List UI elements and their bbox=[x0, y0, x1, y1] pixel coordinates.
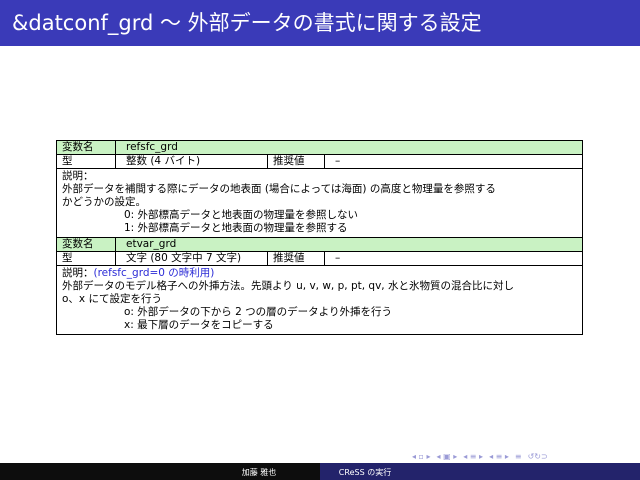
var1-description: 説明： 外部データを補間する際にデータの地表面 (場合によっては海面) の高度と… bbox=[57, 169, 501, 237]
var2-name: etvar_grd bbox=[126, 238, 177, 250]
slide-footer: 加藤 雅也 CReSS の実行 bbox=[0, 463, 640, 480]
var1-desc-label: 説明： bbox=[62, 170, 94, 182]
slide-title: &datconf_grd 〜 外部データの書式に関する設定 bbox=[12, 11, 482, 35]
nav-subsection-icon[interactable]: ◂ ▣ ▸ bbox=[437, 452, 458, 461]
var2-option: x: 最下層のデータをコピーする bbox=[124, 319, 274, 331]
footer-author: 加藤 雅也 bbox=[241, 468, 277, 477]
var2-desc-label-line: 説明：(refsfc_grd=0 の時利用) bbox=[62, 267, 514, 280]
variable-table: 変数名 refsfc_grd 型 整数 (4 バイト) 推奨値 – 説明： 外部… bbox=[56, 140, 583, 335]
var2-type: 文字 (80 文字中 7 文字) bbox=[116, 252, 268, 265]
var1-name-label: 変数名 bbox=[57, 141, 116, 154]
nav-search-icon[interactable]: ↺↻⊃ bbox=[528, 452, 548, 461]
var2-type-row: 型 文字 (80 文字中 7 文字) 推奨値 – bbox=[57, 252, 582, 266]
var2-rec-label: 推奨値 bbox=[268, 252, 325, 265]
var1-rec-label: 推奨値 bbox=[268, 155, 325, 168]
footer-talk-title: CReSS の実行 bbox=[338, 468, 392, 477]
nav-menu-icon[interactable]: ≡ bbox=[515, 452, 522, 461]
var2-description: 説明：(refsfc_grd=0 の時利用) 外部データのモデル格子への外挿方法… bbox=[57, 266, 519, 334]
beamer-nav-controls: ◂ ▫ ▸ ◂ ▣ ▸ ◂ ≡ ▸ ◂ ≡ ▸ ≡ ↺↻⊃ bbox=[412, 450, 637, 462]
nav-section-icon[interactable]: ◂ ≡ ▸ bbox=[463, 452, 483, 461]
var2-desc-note: (refsfc_grd=0 の時利用) bbox=[93, 267, 215, 279]
var2-option: o: 外部データの下から 2 つの層のデータより外挿を行う bbox=[124, 306, 392, 318]
var1-desc-line: 外部データを補間する際にデータの地表面 (場合によっては海面) の高度と物理量を… bbox=[62, 183, 496, 195]
nav-document-icon[interactable]: ◂ ≡ ▸ bbox=[489, 452, 509, 461]
var1-option: 0: 外部標高データと地表面の物理量を参照しない bbox=[124, 209, 359, 221]
var1-desc-row: 説明： 外部データを補間する際にデータの地表面 (場合によっては海面) の高度と… bbox=[57, 169, 582, 238]
var2-name-row: 変数名 etvar_grd bbox=[57, 238, 582, 252]
var2-desc-row: 説明：(refsfc_grd=0 の時利用) 外部データのモデル格子への外挿方法… bbox=[57, 266, 582, 334]
var2-desc-line: 外部データのモデル格子への外挿方法。先頭より u, v, w, p, pt, q… bbox=[62, 280, 514, 292]
var1-desc-line: かどうかの設定。 bbox=[62, 196, 146, 208]
var1-name: refsfc_grd bbox=[126, 141, 178, 153]
var2-type-label: 型 bbox=[57, 252, 116, 265]
var2-desc-label: 説明： bbox=[62, 267, 94, 279]
slide-title-bar: &datconf_grd 〜 外部データの書式に関する設定 bbox=[0, 0, 640, 46]
var1-type: 整数 (4 バイト) bbox=[116, 155, 268, 168]
var1-rec: – bbox=[335, 155, 341, 167]
var2-name-label: 変数名 bbox=[57, 238, 116, 251]
var1-type-label: 型 bbox=[57, 155, 116, 168]
var2-rec: – bbox=[335, 252, 341, 264]
var1-name-row: 変数名 refsfc_grd bbox=[57, 141, 582, 155]
var1-type-row: 型 整数 (4 バイト) 推奨値 – bbox=[57, 155, 582, 169]
var1-option: 1: 外部標高データと地表面の物理量を参照する bbox=[124, 222, 348, 234]
var2-desc-line: o、x にて設定を行う bbox=[62, 293, 162, 305]
nav-frame-icon[interactable]: ◂ ▫ ▸ bbox=[412, 452, 431, 461]
